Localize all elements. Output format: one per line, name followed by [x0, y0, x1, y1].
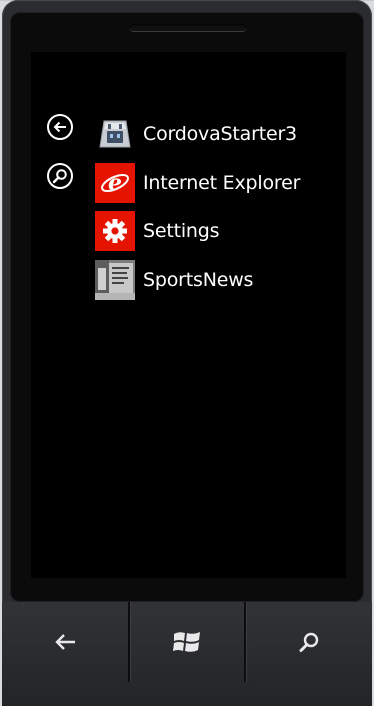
hardware-button-bar: [2, 602, 372, 706]
back-button[interactable]: [47, 114, 73, 140]
app-list-screen: CordovaStarter3 e Internet Explorer Sett…: [31, 52, 346, 578]
phone-device: CordovaStarter3 e Internet Explorer Sett…: [2, 0, 372, 706]
sportsnews-photo-icon: [95, 260, 135, 300]
app-item-sportsnews[interactable]: SportsNews: [95, 260, 335, 300]
cordova-icon: [95, 114, 135, 154]
app-name: SportsNews: [143, 269, 254, 291]
app-name: Internet Explorer: [143, 172, 301, 194]
earpiece-speaker: [130, 24, 246, 31]
app-item-settings[interactable]: Settings: [95, 211, 335, 251]
app-item-cordovastarter3[interactable]: CordovaStarter3: [95, 114, 335, 154]
settings-gear-icon: [95, 211, 135, 251]
app-name: Settings: [143, 220, 220, 242]
back-arrow-icon: [53, 121, 66, 133]
search-icon: [299, 632, 319, 652]
search-button[interactable]: [47, 163, 73, 189]
search-icon: [52, 169, 67, 184]
hardware-back-button[interactable]: [2, 602, 128, 682]
internet-explorer-icon: e: [95, 163, 135, 203]
windows-logo-icon: [173, 632, 200, 652]
back-arrow-icon: [55, 634, 75, 650]
app-item-internet-explorer[interactable]: e Internet Explorer: [95, 163, 335, 203]
svg-text:e: e: [108, 170, 122, 196]
hardware-start-button[interactable]: [130, 602, 244, 682]
app-name: CordovaStarter3: [143, 123, 297, 145]
hardware-search-button[interactable]: [246, 602, 372, 682]
